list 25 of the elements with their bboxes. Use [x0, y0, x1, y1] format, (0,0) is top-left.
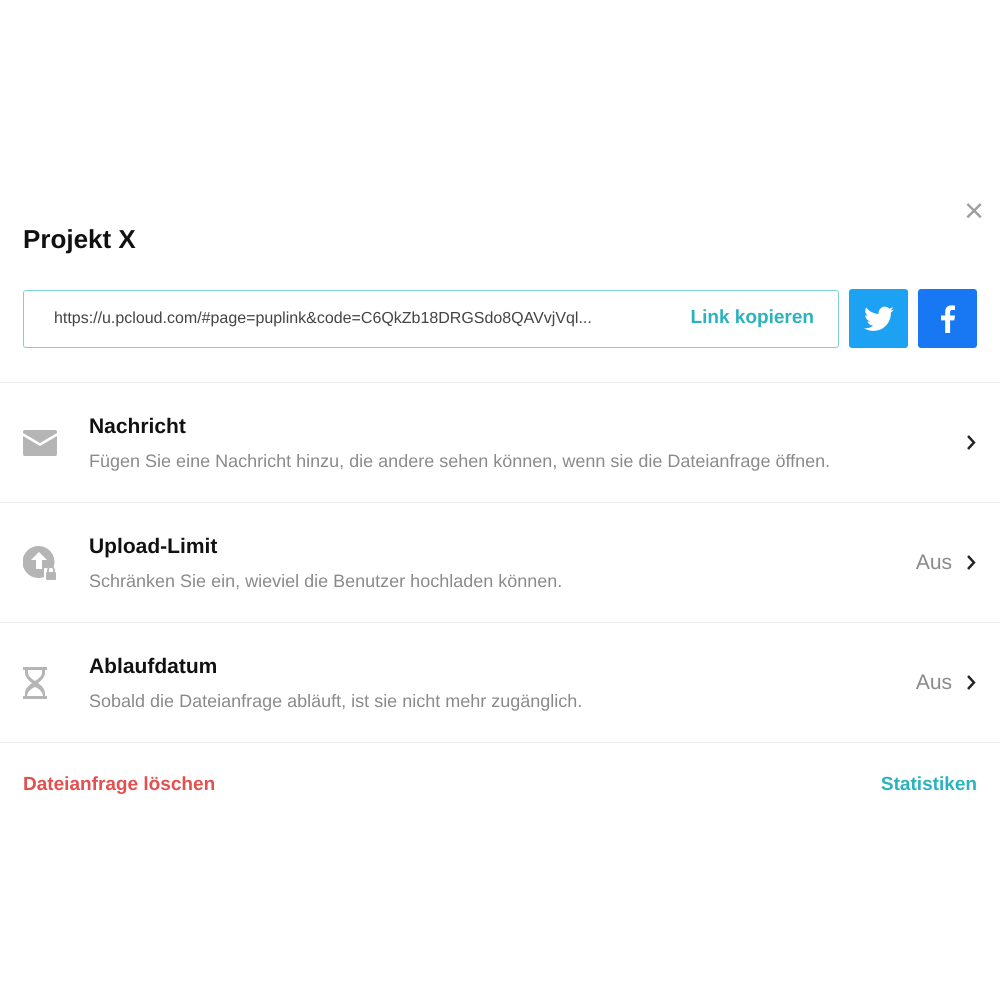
settings-row[interactable]: Upload-Limit Schränken Sie ein, wieviel die Benutzer hochladen können. Aus [0, 503, 1000, 623]
settings-row[interactable]: Ablaufdatum Sobald die Dateianfrage abläuft, ist sie nicht mehr zugänglich. Aus [0, 623, 1000, 743]
setting-value: Aus [916, 550, 952, 576]
chevron-right-icon [966, 434, 976, 451]
dialog-title: Projekt X [23, 223, 136, 256]
setting-title: Ablaufdatum [89, 654, 218, 680]
setting-description: Fügen Sie eine Nachricht hinzu, die andere sehen können, wenn sie die Dateianfrage öffnen. [89, 450, 832, 473]
setting-title: Upload-Limit [89, 534, 218, 560]
envelope-icon [23, 430, 57, 456]
share-link-field[interactable]: https://u.pcloud.com/#page=puplink&code=C6QkZb18DRGSdo8QAVvjVql... Link kopieren [23, 290, 839, 348]
facebook-icon [940, 304, 954, 332]
hourglass-icon [23, 666, 47, 698]
chevron-right-icon [966, 554, 976, 571]
facebook-button[interactable] [918, 289, 977, 348]
chevron-right-icon [966, 674, 976, 691]
setting-description: Sobald die Dateianfrage abläuft, ist sie nicht mehr zugänglich. [89, 690, 584, 713]
twitter-button[interactable] [849, 289, 908, 348]
delete-request-link[interactable]: Dateianfrage löschen [23, 771, 216, 800]
setting-value: Aus [916, 670, 952, 696]
setting-description: Schränken Sie ein, wieviel die Benutzer hochladen können. [89, 570, 564, 593]
setting-title: Nachricht [89, 414, 187, 440]
settings-row[interactable]: Nachricht Fügen Sie eine Nachricht hinzu, die andere sehen können, wenn sie die Dateianfrage öffnen. [0, 383, 1000, 503]
share-link: https://u.pcloud.com/#page=puplink&code=C6QkZb18DRGSdo8QAVvjVql... [54, 308, 593, 328]
bird-icon [864, 306, 894, 332]
upload-lock-icon [23, 546, 57, 580]
